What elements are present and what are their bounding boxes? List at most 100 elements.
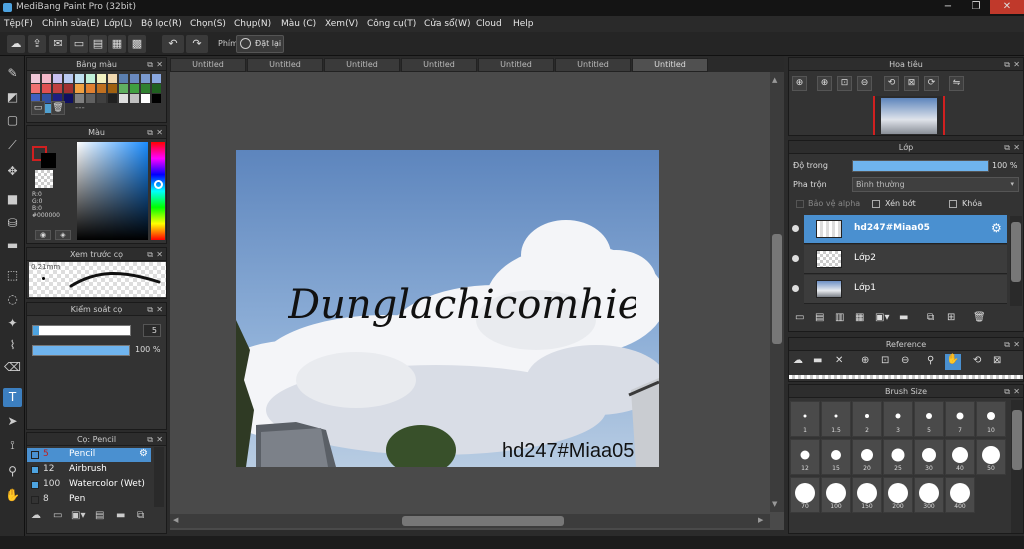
float-icon[interactable]: ⧉ (147, 58, 153, 71)
reference-open-icon[interactable]: ▬ (813, 355, 822, 366)
scroll-right-icon[interactable]: ▶ (758, 516, 763, 524)
palette-swatch[interactable] (152, 74, 161, 83)
palette-swatch[interactable] (42, 84, 51, 93)
text-tool-icon[interactable]: T (3, 388, 22, 407)
move-tool-icon[interactable]: ✥ (3, 162, 22, 181)
new-page-icon[interactable]: ▭ (70, 35, 88, 53)
palette-swatch[interactable] (108, 74, 117, 83)
blur-tool-icon[interactable]: ⟟ (3, 436, 22, 455)
brush-size-cell[interactable]: 5 (914, 401, 944, 437)
scroll-down-icon[interactable]: ▼ (772, 500, 777, 508)
cloud-icon[interactable]: ☁ (7, 35, 25, 53)
brush-list-item[interactable]: 12 Airbrush (27, 463, 151, 477)
palette-swatch[interactable] (97, 84, 106, 93)
close-button[interactable]: ✕ (990, 0, 1024, 14)
minimize-button[interactable]: − (934, 0, 962, 14)
brush-tool-icon[interactable]: ✎ (3, 64, 22, 83)
navigator-preview[interactable] (873, 96, 945, 135)
palette-swatch[interactable] (42, 74, 51, 83)
close-icon[interactable]: ✕ (1013, 338, 1020, 351)
brush-list-item[interactable]: 5 Pencil ⚙ (27, 448, 151, 462)
close-icon[interactable]: ✕ (156, 248, 163, 261)
brush-size-slider[interactable] (32, 325, 131, 336)
lock-checkbox[interactable] (949, 200, 957, 208)
hand-tool-icon[interactable]: ✋ (3, 486, 22, 505)
bucket-tool-icon[interactable]: ⛁ (3, 214, 22, 233)
duplicate-brush-icon[interactable]: ⧉ (137, 510, 151, 524)
brush-list-item[interactable]: 8 Pen (27, 493, 151, 507)
palette-swatch[interactable] (130, 74, 139, 83)
brush-size-cell[interactable]: 150 (852, 477, 882, 513)
gear-icon[interactable]: ⚙ (139, 448, 148, 459)
layer-opacity-slider[interactable] (852, 160, 989, 172)
layer-folder-icon[interactable]: ▬ (899, 312, 908, 323)
palette-swatch[interactable] (53, 74, 62, 83)
scroll-up-icon[interactable]: ▲ (772, 76, 777, 84)
float-icon[interactable]: ⧉ (1004, 141, 1010, 154)
trash-icon[interactable]: 🗑 (51, 101, 65, 115)
menu-color[interactable]: Màu (C) (281, 19, 316, 29)
tab-untitled[interactable]: Untitled (555, 58, 631, 72)
palette-swatch[interactable] (152, 84, 161, 93)
tab-untitled[interactable]: Untitled (324, 58, 400, 72)
brush-size-value[interactable]: 5 (143, 324, 161, 337)
palette-swatch[interactable] (141, 94, 150, 103)
brush-size-cell[interactable]: 1.5 (821, 401, 851, 437)
delete-layer-icon[interactable]: 🗑 (973, 312, 986, 323)
palette-swatch[interactable] (130, 94, 139, 103)
line-tool-icon[interactable]: ⟋ (3, 136, 22, 155)
reset-view-icon[interactable]: ⊠ (904, 76, 919, 91)
close-icon[interactable]: ✕ (156, 58, 163, 71)
menu-edit[interactable]: Chỉnh sửa(E) (42, 19, 99, 29)
palette-swatch[interactable] (86, 94, 95, 103)
layer-row[interactable]: Lớp2 (792, 245, 1007, 274)
palette-swatch[interactable] (64, 84, 73, 93)
zoom-in-small-icon[interactable]: ⊕ (817, 76, 832, 91)
select-pen-tool-icon[interactable]: ⌇ (3, 336, 22, 355)
duplicate-layer-icon[interactable]: ⧉ (927, 312, 934, 323)
protect-alpha-checkbox[interactable] (796, 200, 804, 208)
close-icon[interactable]: ✕ (1013, 141, 1020, 154)
layer-row[interactable]: hd247#Miaa05 ⚙ (792, 215, 1007, 244)
reference-cloud-icon[interactable]: ☁ (793, 355, 803, 366)
transparent-swatch[interactable] (35, 170, 53, 188)
new-halftone-layer-icon[interactable]: ▤ (815, 312, 824, 323)
float-icon[interactable]: ⧉ (1004, 58, 1010, 71)
tab-untitled[interactable]: Untitled (632, 58, 708, 72)
palette-swatch[interactable] (152, 94, 161, 103)
scroll-left-icon[interactable]: ◀ (173, 516, 178, 524)
undo-button[interactable]: ↶ (162, 35, 184, 53)
layer-scroll-thumb[interactable] (1011, 222, 1021, 282)
brush-size-cell[interactable]: 20 (852, 439, 882, 475)
palette-swatch[interactable] (31, 74, 40, 83)
brush-size-cell[interactable]: 2 (852, 401, 882, 437)
magic-wand-tool-icon[interactable]: ✦ (3, 314, 22, 333)
menu-filter[interactable]: Bộ lọc(R) (141, 19, 182, 29)
brush-size-cell[interactable]: 15 (821, 439, 851, 475)
close-icon[interactable]: ✕ (156, 433, 163, 446)
color-settings-icon[interactable]: ◈ (55, 230, 71, 240)
operation-tool-icon[interactable]: ➤ (3, 412, 22, 431)
palette-swatch[interactable] (31, 84, 40, 93)
palette-swatch[interactable] (86, 84, 95, 93)
layer-scrollbar[interactable] (1010, 216, 1022, 306)
color-wheel-icon[interactable]: ◉ (35, 230, 51, 240)
background-color-swatch[interactable] (41, 153, 56, 168)
redo-button[interactable]: ↷ (186, 35, 208, 53)
palette-swatch[interactable] (141, 84, 150, 93)
zoom-in-icon[interactable]: ⊕ (792, 76, 807, 91)
float-icon[interactable]: ⧉ (1004, 385, 1010, 398)
float-icon[interactable]: ⧉ (147, 126, 153, 139)
palette-swatch[interactable] (108, 94, 117, 103)
grid-icon[interactable]: ▦ (108, 35, 126, 53)
menu-capture[interactable]: Chụp(N) (234, 19, 271, 29)
fit-icon[interactable]: ⊡ (837, 76, 852, 91)
reference-hand-icon[interactable]: ✋ (945, 354, 961, 370)
brush-size-cell[interactable]: 3 (883, 401, 913, 437)
comment-icon[interactable]: ✉ (49, 35, 67, 53)
palette-swatch[interactable] (119, 84, 128, 93)
close-icon[interactable]: ✕ (1013, 385, 1020, 398)
palette-swatch[interactable] (97, 74, 106, 83)
export-icon[interactable]: ⇪ (28, 35, 46, 53)
new-palette-icon[interactable]: ▭ (31, 101, 45, 115)
